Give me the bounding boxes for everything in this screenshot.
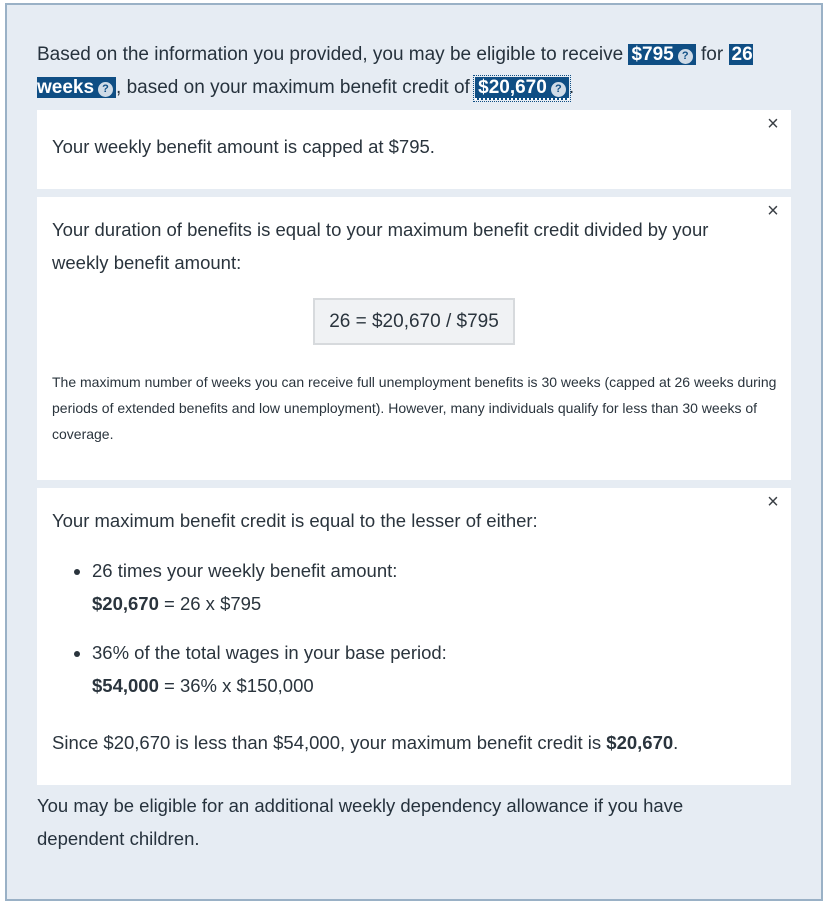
- intro-mid2: , based on your maximum benefit credit o…: [116, 77, 470, 98]
- criteria-list: 26 times your weekly benefit amount: $20…: [52, 554, 752, 718]
- weekly-amount-text: Your weekly benefit amount is capped at …: [52, 136, 435, 157]
- benefit-credit-heading: Your maximum benefit credit is equal to …: [52, 510, 538, 531]
- criterion-calculation: $20,670 = 26 x $795: [92, 587, 752, 620]
- conclusion-prefix: Since $20,670 is less than $54,000, your…: [52, 732, 602, 753]
- weekly-amount-explanation-card: × Your weekly benefit amount is capped a…: [37, 110, 791, 189]
- duration-text: Your duration of benefits is equal to yo…: [52, 219, 709, 273]
- benefit-credit-value[interactable]: $20,670: [478, 77, 547, 98]
- criterion-label: 26 times your weekly benefit amount:: [92, 560, 398, 581]
- list-item: 26 times your weekly benefit amount: $20…: [92, 554, 752, 620]
- criterion-calculation: $54,000 = 36% x $150,000: [92, 669, 752, 702]
- duration-formula: 26 = $20,670 / $795: [313, 298, 515, 345]
- criterion-result: $20,670: [92, 593, 159, 614]
- conclusion-value: $20,670: [606, 732, 674, 753]
- duration-explanation-card: × Your duration of benefits is equal to …: [37, 197, 791, 480]
- conclusion-suffix: .: [673, 732, 679, 753]
- close-icon[interactable]: ×: [763, 492, 783, 512]
- help-icon[interactable]: ?: [98, 82, 114, 97]
- help-icon[interactable]: ?: [677, 49, 693, 64]
- criterion-expression: = 36% x $150,000: [158, 675, 314, 696]
- weekly-amount-highlight[interactable]: $795?: [628, 44, 696, 65]
- benefit-credit-conclusion: Since $20,670 is less than $54,000, your…: [52, 726, 678, 759]
- criterion-expression: = 26 x $795: [158, 593, 262, 614]
- intro-mid: for: [701, 44, 724, 65]
- close-icon[interactable]: ×: [763, 114, 783, 134]
- help-icon[interactable]: ?: [550, 82, 566, 97]
- criterion-label: 36% of the total wages in your base peri…: [92, 642, 447, 663]
- intro-suffix: .: [568, 77, 575, 98]
- eligibility-summary: Based on the information you provided, y…: [37, 38, 797, 104]
- criterion-result: $54,000: [92, 675, 159, 696]
- list-item: 36% of the total wages in your base peri…: [92, 636, 752, 702]
- dependency-allowance-note: You may be eligible for an additional we…: [37, 795, 684, 849]
- intro-prefix: Based on the information you provided, y…: [37, 44, 624, 65]
- duration-note: The maximum number of weeks you can rece…: [52, 374, 777, 442]
- benefit-credit-explanation-card: × Your maximum benefit credit is equal t…: [37, 488, 791, 785]
- weekly-amount-value[interactable]: $795: [631, 44, 673, 65]
- benefit-summary-panel: Based on the information you provided, y…: [5, 3, 823, 901]
- benefit-credit-highlight[interactable]: $20,670?: [473, 75, 571, 102]
- close-icon[interactable]: ×: [763, 201, 783, 221]
